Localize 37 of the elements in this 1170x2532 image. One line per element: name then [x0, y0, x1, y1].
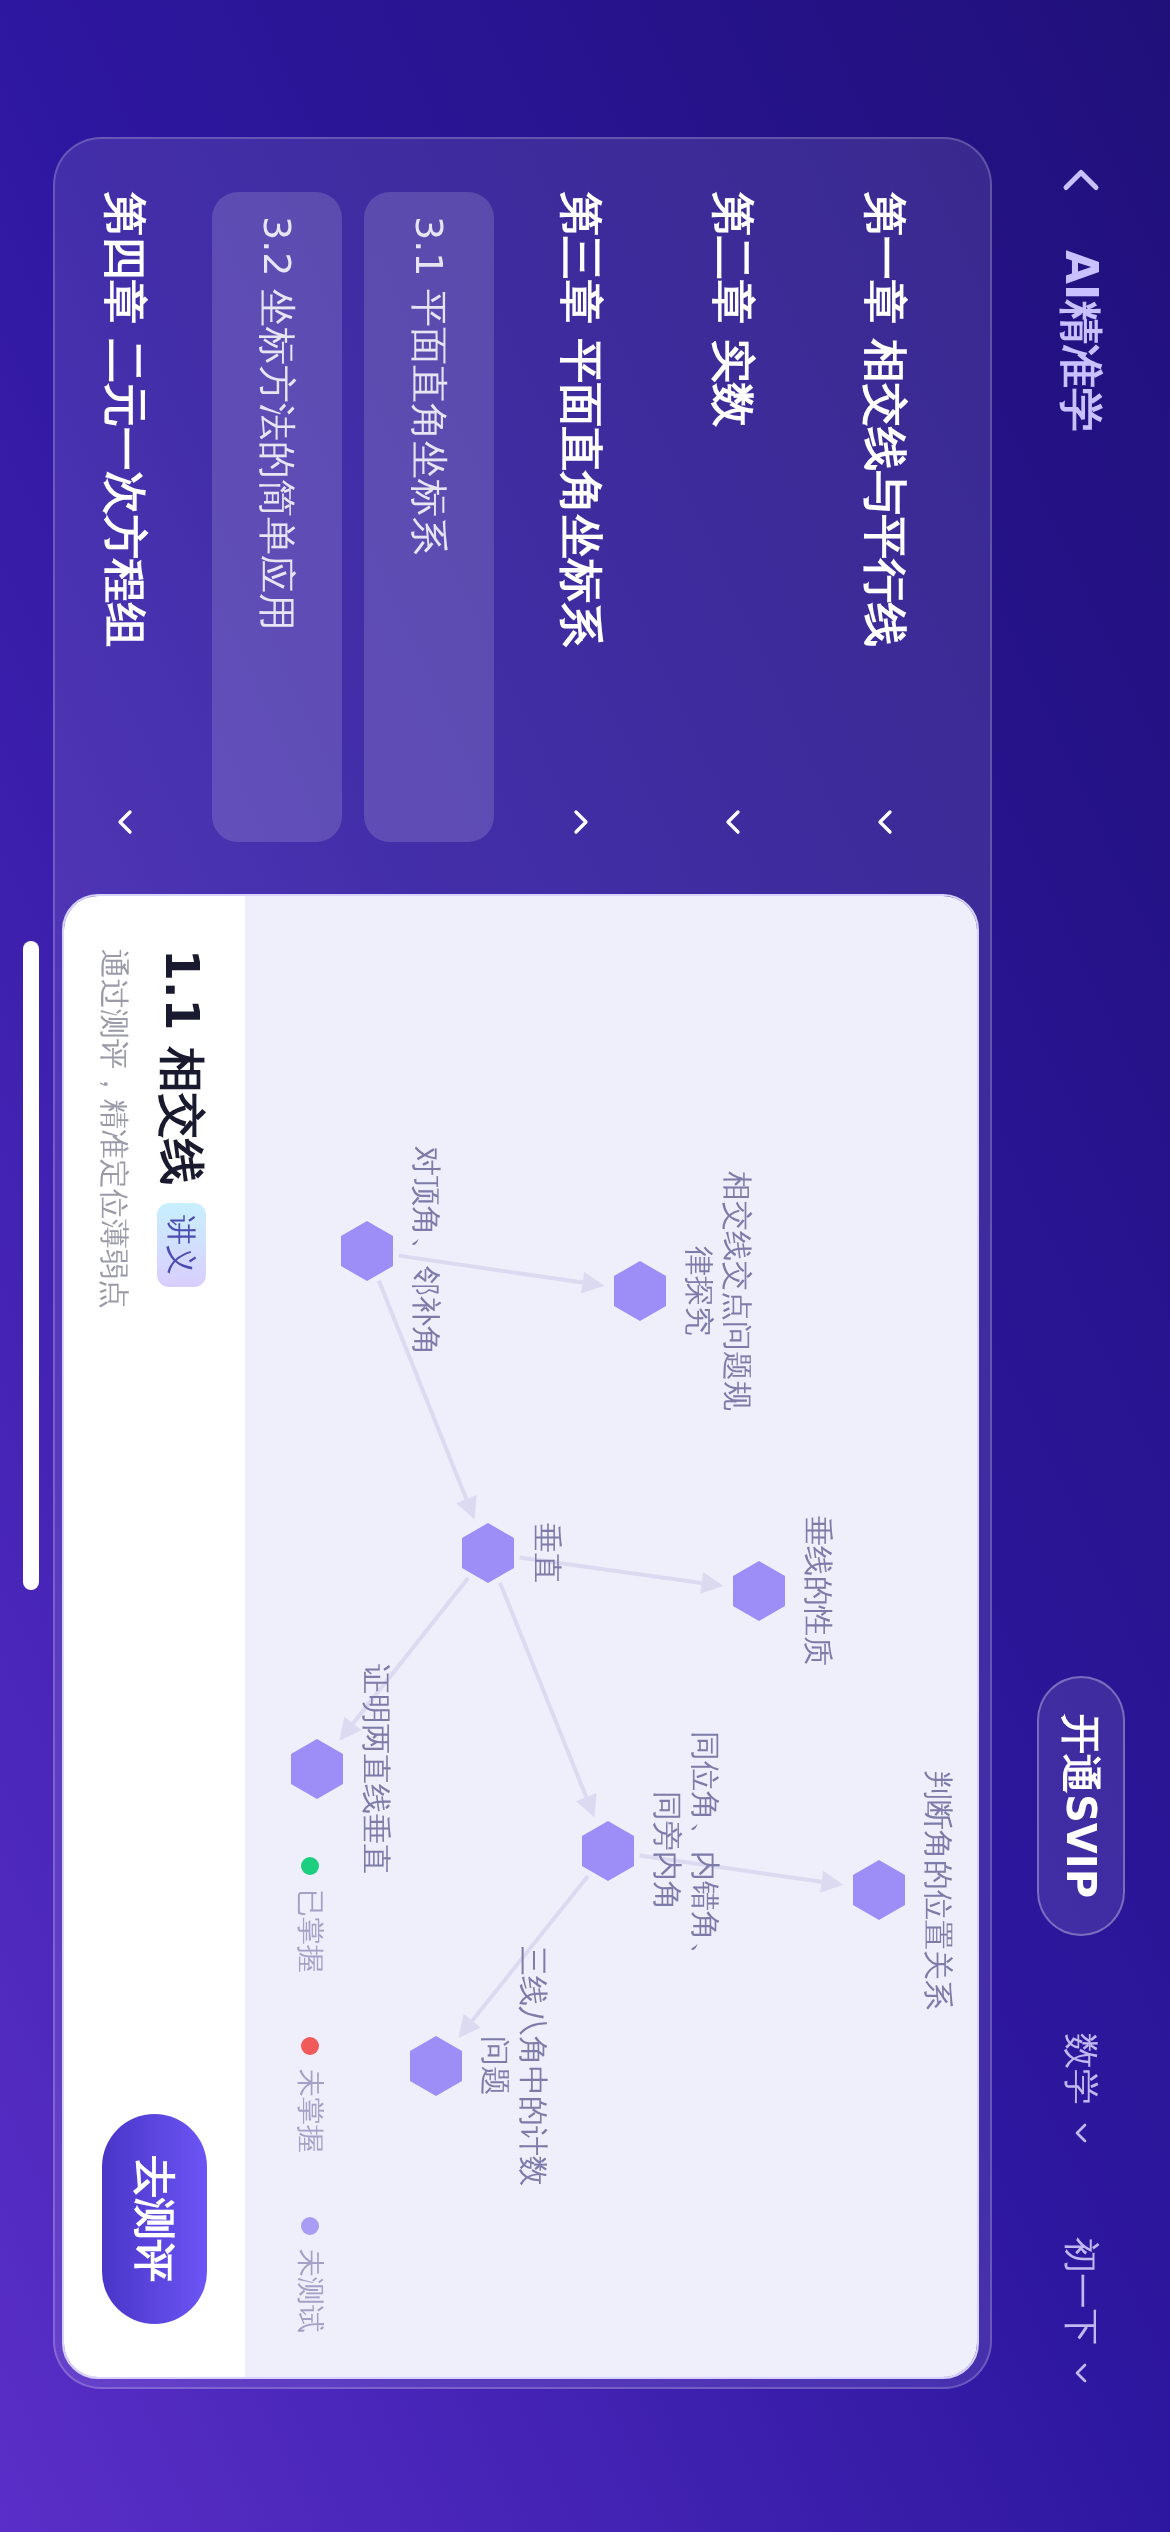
chapter-title: 第三章 平面直角坐标系: [555, 192, 608, 648]
lesson-title: 1.1 相交线: [154, 949, 211, 1185]
hexagon-node-icon[interactable]: [291, 1739, 343, 1799]
chapter-row[interactable]: 第一章 相交线与平行线: [820, 192, 950, 842]
section-item[interactable]: 3.1 平面直角坐标系: [364, 192, 494, 842]
hexagon-node-icon[interactable]: [614, 1261, 666, 1321]
lesson-subtitle: 通过测评，精准定位薄弱点: [96, 949, 134, 1309]
hexagon-node-icon[interactable]: [410, 2036, 462, 2096]
node-label: 证明两直线垂直: [358, 1663, 395, 1876]
node-label: 相交线交点问题规律探究: [681, 1170, 756, 1413]
subject-select[interactable]: 数学: [1054, 2033, 1108, 2149]
chapter-row[interactable]: 第三章 平面直角坐标系: [516, 192, 646, 842]
node-label: 三线八角中的计数问题: [477, 1945, 552, 2188]
node-label: 判断角的位置关系: [920, 1769, 957, 2012]
hexagon-node-icon[interactable]: [853, 1860, 905, 1920]
chapter-title: 第一章 相交线与平行线: [859, 192, 912, 648]
page-title: AI精准学: [1055, 250, 1108, 433]
legend-label: 未测试: [293, 2249, 328, 2333]
hexagon-node-icon[interactable]: [462, 1523, 514, 1583]
node-label: 垂线的性质: [800, 1515, 837, 1668]
start-test-button[interactable]: 去测评: [102, 2114, 207, 2324]
legend-label: 未掌握: [293, 2069, 328, 2153]
hexagon-node-icon[interactable]: [582, 1821, 634, 1881]
node-label: 垂直: [529, 1522, 566, 1585]
chapter-row[interactable]: 第四章 二元一次方程组: [60, 192, 190, 842]
grade-select[interactable]: 初一下: [1054, 2237, 1108, 2389]
section-item[interactable]: 3.2 坐标方法的简单应用: [212, 192, 342, 842]
vip-button[interactable]: 开通SVIP: [1037, 1676, 1125, 1936]
chapter-row[interactable]: 第二章 实数: [668, 192, 798, 842]
node-label: 对顶角、邻补角: [408, 1145, 445, 1358]
hexagon-node-icon[interactable]: [733, 1561, 785, 1621]
lesson-badge: 讲义: [157, 1202, 207, 1287]
hexagon-node-icon[interactable]: [341, 1221, 393, 1281]
legend-label: 已掌握: [293, 1889, 328, 1973]
node-label: 同位角、内错角、同旁内角: [649, 1730, 724, 1973]
chapter-title: 第二章 实数: [707, 192, 760, 428]
chapter-title: 第四章 二元一次方程组: [99, 192, 152, 648]
